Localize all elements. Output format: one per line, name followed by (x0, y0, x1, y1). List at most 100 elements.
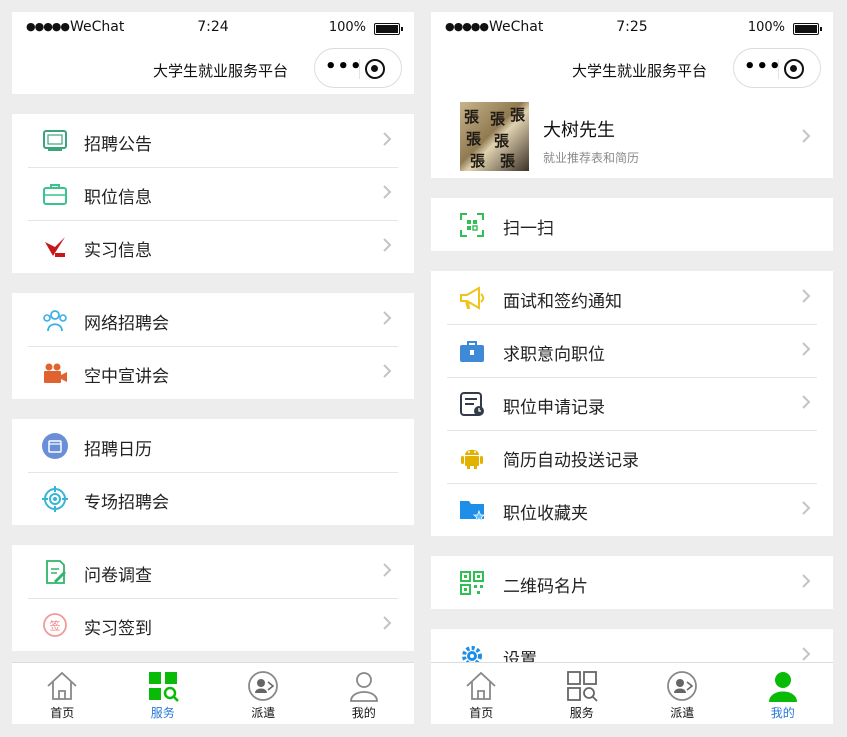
tab-services[interactable]: 服务 (113, 663, 214, 724)
grid-icon (566, 671, 598, 702)
status-bar: ●●●●● WeChat 7:24 100% (12, 12, 414, 46)
menu-item-label: 扫一扫 (503, 219, 554, 239)
menu-group: 问卷调查 签 实习签到 (12, 545, 414, 651)
calendar-icon (42, 433, 68, 459)
calligraphy-stroke: 張 (464, 108, 480, 126)
battery-percent: 100% (747, 20, 785, 35)
group-icon (43, 310, 67, 332)
chevron-right-icon (802, 395, 811, 409)
chevron-right-icon (383, 364, 392, 378)
signin-icon: 签 (43, 613, 67, 637)
capsule-divider (359, 59, 360, 79)
menu-item-special-job-fair[interactable]: 专场招聘会 (12, 472, 414, 525)
tab-label: 我的 (351, 706, 376, 720)
close-mini-program-button[interactable] (784, 59, 804, 79)
battery-percent: 100% (328, 20, 366, 35)
home-icon (47, 671, 77, 700)
user-icon (349, 672, 378, 702)
service-list: 招聘公告 职位信息 实习信息 网络招聘会 空中宣讲会 招聘日历 专场招聘会 问卷… (12, 94, 414, 662)
chevron-right-icon (802, 289, 811, 303)
menu-item-label: 招聘日历 (84, 440, 152, 460)
tab-home[interactable]: 首页 (12, 663, 113, 724)
chevron-right-icon (383, 616, 392, 630)
qrcode-icon (460, 571, 484, 595)
menu-item-label: 面试和签约通知 (503, 292, 622, 312)
dispatch-icon (248, 671, 279, 701)
favorites-folder-icon (460, 501, 485, 522)
battery-icon (374, 23, 403, 35)
menu-group: 招聘日历 专场招聘会 (12, 419, 414, 525)
menu-item-label: 职位收藏夹 (503, 504, 588, 524)
menu-item-intended-positions[interactable]: 求职意向职位 (431, 324, 833, 377)
menu-group: 面试和签约通知 求职意向职位 职位申请记录 简历自动投送记录 职位收藏夹 (431, 271, 833, 536)
menu-item-settings[interactable]: 设置 (431, 629, 833, 662)
menu-item-qrcode-card[interactable]: 二维码名片 (431, 556, 833, 609)
menu-group: 扫一扫 (431, 198, 833, 251)
tab-label: 服务 (150, 706, 175, 720)
menu-group: 二维码名片 (431, 556, 833, 609)
menu-item-application-records[interactable]: 职位申请记录 (431, 377, 833, 430)
profile-content: 張 張 張 張 張 張 張 大树先生 就业推荐表和简历 扫一扫 面试和签约通知 (431, 94, 833, 662)
mini-program-capsule: ••• (733, 48, 821, 88)
tab-mine[interactable]: 我的 (314, 663, 415, 724)
profile-screen: ●●●●● WeChat 7:25 100% 大学生就业服务平台 ••• 張 張… (431, 12, 833, 724)
menu-item-scan[interactable]: 扫一扫 (431, 198, 833, 251)
badge-icon (45, 237, 65, 257)
tab-mine[interactable]: 我的 (733, 663, 834, 724)
nav-bar: 大学生就业服务平台 ••• (12, 46, 414, 94)
menu-item-air-presentation[interactable]: 空中宣讲会 (12, 346, 414, 399)
briefcase-icon (43, 184, 67, 205)
menu-item-internship-info[interactable]: 实习信息 (12, 220, 414, 273)
menu-item-label: 空中宣讲会 (84, 367, 169, 387)
gear-icon (462, 646, 482, 662)
svg-text:签: 签 (50, 619, 61, 633)
status-bar: ●●●●● WeChat 7:25 100% (431, 12, 833, 46)
menu-item-favorites[interactable]: 职位收藏夹 (431, 483, 833, 536)
chevron-right-icon (383, 185, 392, 199)
menu-item-auto-resume-records[interactable]: 简历自动投送记录 (431, 430, 833, 483)
menu-item-survey[interactable]: 问卷调查 (12, 545, 414, 598)
more-menu-button[interactable]: ••• (325, 56, 362, 77)
menu-item-label: 职位申请记录 (503, 398, 605, 418)
menu-item-recruit-notice[interactable]: 招聘公告 (12, 114, 414, 167)
tab-services[interactable]: 服务 (532, 663, 633, 724)
calligraphy-stroke: 張 (470, 152, 486, 170)
menu-item-label: 专场招聘会 (84, 493, 169, 513)
tab-label: 派遣 (251, 706, 276, 720)
menu-item-job-info[interactable]: 职位信息 (12, 167, 414, 220)
avatar: 張 張 張 張 張 張 張 (460, 102, 529, 171)
profile-subtitle: 就业推荐表和简历 (543, 151, 640, 165)
tab-dispatch[interactable]: 派遣 (632, 663, 733, 724)
notice-icon (43, 130, 67, 151)
menu-item-label: 二维码名片 (503, 577, 588, 597)
profile-card[interactable]: 張 張 張 張 張 張 張 大树先生 就业推荐表和简历 (431, 94, 833, 178)
target-icon (42, 486, 68, 512)
chevron-right-icon (383, 238, 392, 252)
nav-bar: 大学生就业服务平台 ••• (431, 46, 833, 94)
menu-item-online-job-fair[interactable]: 网络招聘会 (12, 293, 414, 346)
menu-group: 设置 (431, 629, 833, 662)
tab-dispatch[interactable]: 派遣 (213, 663, 314, 724)
calligraphy-stroke: 張 (466, 130, 482, 148)
close-mini-program-button[interactable] (365, 59, 385, 79)
chevron-right-icon (383, 563, 392, 577)
tab-label: 我的 (770, 706, 795, 720)
page-title: 大学生就业服务平台 (152, 62, 288, 80)
android-icon (461, 449, 483, 469)
more-menu-button[interactable]: ••• (744, 56, 781, 77)
menu-item-label: 实习信息 (84, 241, 152, 261)
survey-icon (46, 560, 66, 584)
menu-item-label: 设置 (503, 650, 537, 662)
menu-item-interview-notice[interactable]: 面试和签约通知 (431, 271, 833, 324)
chevron-right-icon (383, 311, 392, 325)
chevron-right-icon (802, 129, 811, 143)
capsule-divider (778, 59, 779, 79)
menu-item-label: 网络招聘会 (84, 314, 169, 334)
menu-item-internship-signin[interactable]: 签 实习签到 (12, 598, 414, 651)
menu-item-recruit-calendar[interactable]: 招聘日历 (12, 419, 414, 472)
tab-bar: 首页 服务 派遣 我的 (12, 662, 414, 724)
menu-item-label: 求职意向职位 (503, 345, 605, 365)
menu-item-label: 问卷调查 (84, 566, 152, 586)
tab-home[interactable]: 首页 (431, 663, 532, 724)
chevron-right-icon (802, 574, 811, 588)
